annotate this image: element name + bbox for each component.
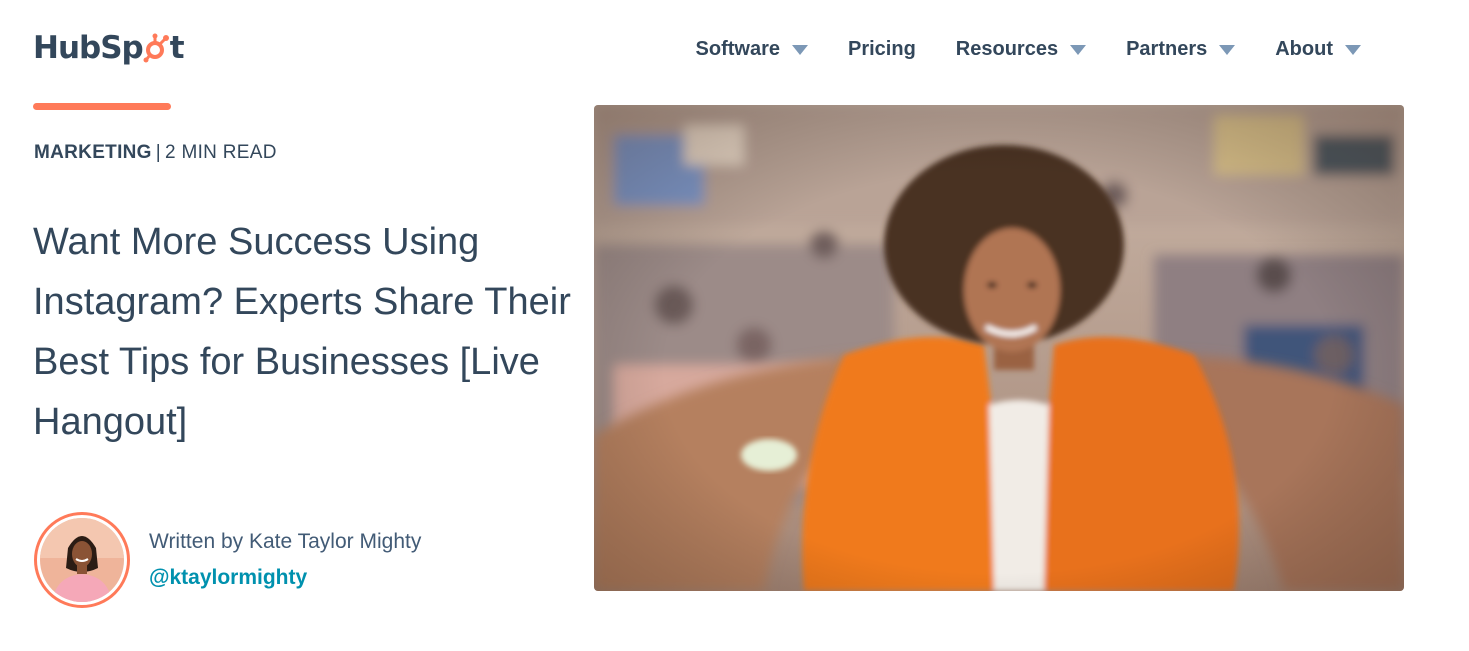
meta-separator: | <box>155 142 161 163</box>
page: HubSp t Software Pricing Resources Partn… <box>0 0 1469 651</box>
hubspot-logo[interactable]: HubSp t <box>33 30 185 66</box>
nav-label: Pricing <box>848 38 916 60</box>
nav-item-resources[interactable]: Resources <box>955 38 1087 61</box>
author-text: Written by Kate Taylor Mighty @ktaylormi… <box>149 530 421 590</box>
nav-item-about[interactable]: About <box>1275 38 1361 61</box>
author-byline: Written by Kate Taylor Mighty <box>149 530 422 553</box>
author-block: Written by Kate Taylor Mighty @ktaylormi… <box>34 512 421 608</box>
article-meta: MARKETING | 2 MIN READ <box>34 142 277 164</box>
nav-label: Software <box>695 38 780 60</box>
nav-item-partners[interactable]: Partners <box>1126 38 1236 61</box>
nav-label: About <box>1275 38 1333 60</box>
hero-image <box>594 105 1404 591</box>
nav-item-software[interactable]: Software <box>696 38 808 61</box>
author-avatar[interactable] <box>34 512 130 608</box>
caret-down-icon <box>1345 44 1361 55</box>
logo-text-start: HubSp <box>33 30 144 66</box>
caret-down-icon <box>792 44 808 55</box>
article-title: Want More Success Using Instagram? Exper… <box>33 221 571 443</box>
caret-down-icon <box>1219 44 1236 55</box>
nav-item-pricing[interactable]: Pricing <box>848 38 916 61</box>
main-nav: Software Pricing Resources Partners Abou… <box>696 38 1361 61</box>
topic-tag[interactable]: MARKETING <box>34 142 152 163</box>
logo-text-end: t <box>169 30 185 66</box>
read-time: 2 MIN READ <box>165 142 277 163</box>
author-handle-link[interactable]: @ktaylormighty <box>149 566 421 590</box>
accent-bar <box>33 103 171 110</box>
nav-label: Partners <box>1126 38 1208 60</box>
sprocket-icon <box>142 33 172 63</box>
nav-label: Resources <box>955 38 1059 60</box>
caret-down-icon <box>1070 44 1087 55</box>
